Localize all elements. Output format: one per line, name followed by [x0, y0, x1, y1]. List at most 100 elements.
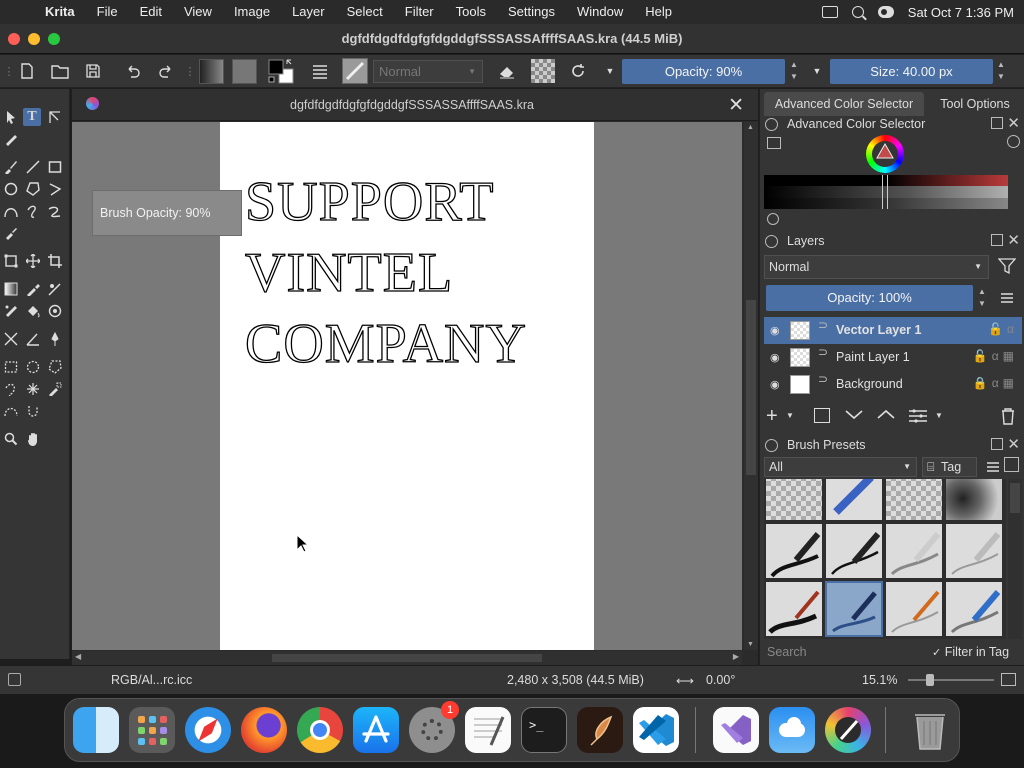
visibility-eye-icon[interactable]: ◉	[770, 378, 780, 391]
canvas[interactable]: SUPPORT VINTEL COMPANY Brush Opacity: 90…	[72, 122, 742, 650]
close-docker-icon[interactable]: ✕	[1007, 435, 1020, 453]
pattern-preset-icon[interactable]	[232, 59, 257, 84]
tag-button[interactable]: ⌸ Tag	[922, 457, 977, 477]
brush-preset-marker[interactable]	[825, 479, 883, 521]
close-document-icon[interactable]: ✕	[728, 94, 744, 117]
edit-shapes-tool-icon[interactable]	[46, 108, 64, 126]
close-docker-icon[interactable]: ✕	[1007, 231, 1020, 249]
toolbar-grip[interactable]: ⋮	[185, 60, 196, 82]
spotlight-search-icon[interactable]	[851, 6, 864, 18]
refresh-color-icon[interactable]	[767, 213, 779, 225]
brush-preset-fineliner[interactable]	[825, 523, 883, 579]
menu-filter[interactable]: Filter	[394, 0, 445, 24]
menu-image[interactable]: Image	[223, 0, 281, 24]
menu-select[interactable]: Select	[336, 0, 394, 24]
open-document-icon[interactable]	[49, 60, 71, 82]
image-dimensions-label[interactable]: 2,480 x 3,508 (44.5 MiB)	[507, 673, 644, 687]
scroll-right-icon[interactable]: ▶	[733, 652, 739, 661]
size-slider[interactable]: Size: 40.00 px	[830, 59, 993, 84]
toolbar-grip[interactable]: ⋮	[4, 60, 15, 82]
preserve-alpha-icon[interactable]	[531, 59, 555, 83]
docker-lock-icon[interactable]	[765, 235, 778, 248]
layer-lock-alpha-icons[interactable]: 🔒α▦	[973, 376, 1018, 390]
menu-settings[interactable]: Settings	[497, 0, 566, 24]
layer-name[interactable]: Paint Layer 1	[836, 350, 910, 364]
brush-preset-soft[interactable]	[945, 479, 1003, 521]
brush-preset-scrollbar[interactable]	[1008, 479, 1022, 639]
opacity-slider[interactable]: Opacity: 90%	[622, 59, 785, 84]
polygonal-selection-tool-icon[interactable]	[46, 358, 64, 376]
layer-blend-mode-dropdown[interactable]: Normal ▼	[764, 255, 989, 279]
zoom-slider-handle[interactable]	[926, 674, 934, 686]
krita-icon[interactable]	[825, 707, 871, 753]
textedit-icon[interactable]	[465, 707, 511, 753]
bezier-selection-tool-icon[interactable]	[2, 402, 20, 420]
filter-in-tag-checkbox[interactable]: ✓ Filter in Tag	[932, 642, 1009, 662]
brush-preset-ink-pen[interactable]	[765, 523, 823, 579]
color-wheel[interactable]	[866, 135, 904, 173]
menu-app-krita[interactable]: Krita	[34, 0, 86, 24]
finder-icon[interactable]	[73, 707, 119, 753]
layers-menu-icon[interactable]	[1000, 292, 1014, 307]
screen-mirroring-icon[interactable]	[821, 6, 838, 18]
smart-patch-tool-icon[interactable]	[2, 302, 20, 320]
layer-lock-alpha-icons[interactable]: 🔓α▦	[973, 349, 1018, 363]
color-profile-label[interactable]: RGB/Al...rc.icc	[111, 673, 192, 687]
visibility-eye-icon[interactable]: ◉	[770, 324, 780, 337]
delete-layer-icon[interactable]	[1000, 407, 1016, 428]
move-layer-down-icon[interactable]	[844, 407, 864, 424]
rotation-angle-label[interactable]: 0.00°	[706, 673, 735, 687]
move-tool-icon[interactable]	[24, 252, 42, 270]
layer-row-background[interactable]: ◉ ⊃ Background 🔒α▦	[764, 371, 1022, 398]
blend-mode-dropdown[interactable]: Normal ▼	[373, 60, 483, 83]
clear-color-history-icon[interactable]	[1007, 135, 1020, 148]
float-docker-icon[interactable]	[991, 234, 1003, 246]
pan-tool-icon[interactable]	[24, 430, 42, 448]
chrome-icon[interactable]	[297, 707, 343, 753]
vscode-icon[interactable]	[633, 707, 679, 753]
horizontal-scroll-thumb[interactable]	[272, 654, 542, 662]
docker-lock-icon[interactable]	[765, 439, 778, 452]
brush-display-mode-icon[interactable]	[1004, 457, 1019, 472]
brush-view-menu-icon[interactable]	[986, 461, 1000, 476]
add-layer-icon[interactable]: +	[766, 405, 778, 428]
reload-options-chevron-icon[interactable]: ▼	[599, 60, 621, 82]
rotation-icon[interactable]: ⟷	[676, 673, 694, 688]
menu-window[interactable]: Window	[566, 0, 634, 24]
text-tool-icon[interactable]: T	[23, 108, 41, 126]
opacity-spinner[interactable]: ▲ ▼	[787, 59, 801, 84]
line-tool-icon[interactable]	[24, 158, 42, 176]
float-docker-icon[interactable]	[991, 117, 1003, 129]
multibrush-tool-icon[interactable]	[2, 224, 20, 242]
canvas-only-mode-icon[interactable]	[1001, 673, 1016, 686]
brush-search-input[interactable]: Search	[764, 642, 924, 662]
visibility-eye-icon[interactable]: ◉	[770, 351, 780, 364]
scroll-down-icon[interactable]: ▼	[747, 641, 754, 648]
layer-opacity-spinner[interactable]: ▲ ▼	[975, 286, 989, 311]
reference-images-tool-icon[interactable]	[46, 330, 64, 348]
zoom-level-label[interactable]: 15.1%	[862, 673, 897, 687]
system-settings-icon[interactable]: 1	[409, 701, 459, 753]
opacity-options-chevron-icon[interactable]: ▼	[806, 60, 828, 82]
eraser-mode-icon[interactable]	[496, 60, 518, 82]
brush-preset-airbrush[interactable]	[885, 479, 943, 521]
canvas-text-line-2[interactable]: VINTEL	[244, 244, 453, 301]
zoom-slider[interactable]	[908, 674, 994, 686]
calligraphy-tool-icon[interactable]	[2, 130, 20, 148]
tab-tool-options[interactable]: Tool Options	[932, 92, 1018, 116]
contiguous-selection-tool-icon[interactable]	[24, 380, 42, 398]
similar-color-selection-tool-icon[interactable]	[46, 380, 64, 398]
layer-name[interactable]: Vector Layer 1	[836, 323, 921, 337]
freehand-selection-tool-icon[interactable]	[2, 380, 20, 398]
vertical-scrollbar[interactable]: ▲ ▼	[744, 122, 758, 650]
firefox-icon[interactable]	[241, 707, 287, 753]
polygon-tool-icon[interactable]	[24, 180, 42, 198]
ellipse-tool-icon[interactable]	[2, 180, 20, 198]
vertical-scroll-thumb[interactable]	[746, 300, 756, 475]
document-tab[interactable]: dgfdfdgdfdgfgfdgddgfSSSASSAffffSAAS.kra …	[72, 89, 758, 121]
close-docker-icon[interactable]: ✕	[1007, 114, 1020, 132]
layer-lock-alpha-icons[interactable]: 🔓α	[988, 322, 1018, 336]
menu-view[interactable]: View	[173, 0, 223, 24]
brush-preset-icon[interactable]	[342, 58, 368, 84]
app-store-icon[interactable]	[353, 707, 399, 753]
